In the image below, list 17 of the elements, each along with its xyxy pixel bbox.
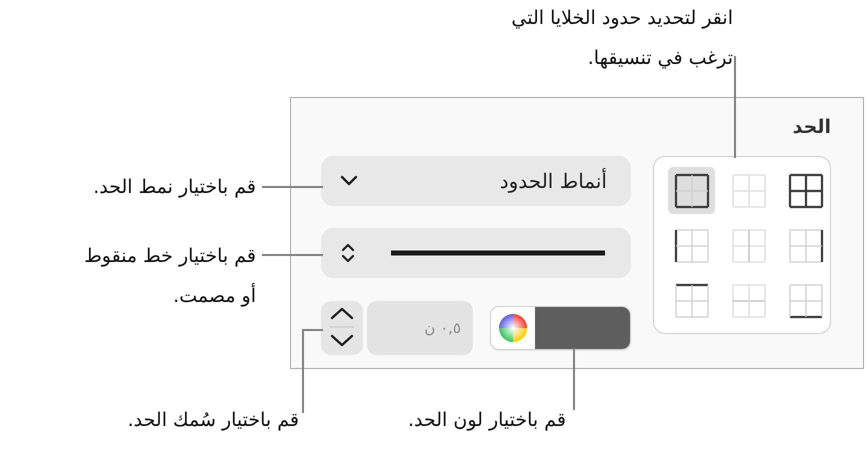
border-style-button[interactable] (668, 167, 715, 214)
callout-text: قم باختيار سُمك الحد. (128, 408, 299, 433)
line-style-popup[interactable] (321, 228, 631, 278)
chevron-down-icon (339, 175, 359, 187)
section-title: الحد (792, 115, 831, 140)
stepper[interactable] (321, 301, 363, 355)
leader-line (573, 348, 574, 410)
leader-line (262, 186, 323, 188)
color-wheel-icon (498, 313, 528, 343)
border-style-popup[interactable]: أنماط الحدود (321, 156, 631, 206)
callout-text: قم باختيار خط منقوط أو مصمت. (84, 244, 256, 309)
callout-text: قم باختيار نمط الحد. (93, 175, 256, 200)
callout-text: انقر لتحديد حدود الخلايا التي ترغب في تنسيقها. (511, 6, 733, 71)
up-down-chevron-icon (341, 242, 355, 264)
color-well[interactable] (491, 307, 630, 349)
leader-line (262, 254, 323, 256)
callout-text: قم باختيار لون الحد. (408, 408, 566, 433)
